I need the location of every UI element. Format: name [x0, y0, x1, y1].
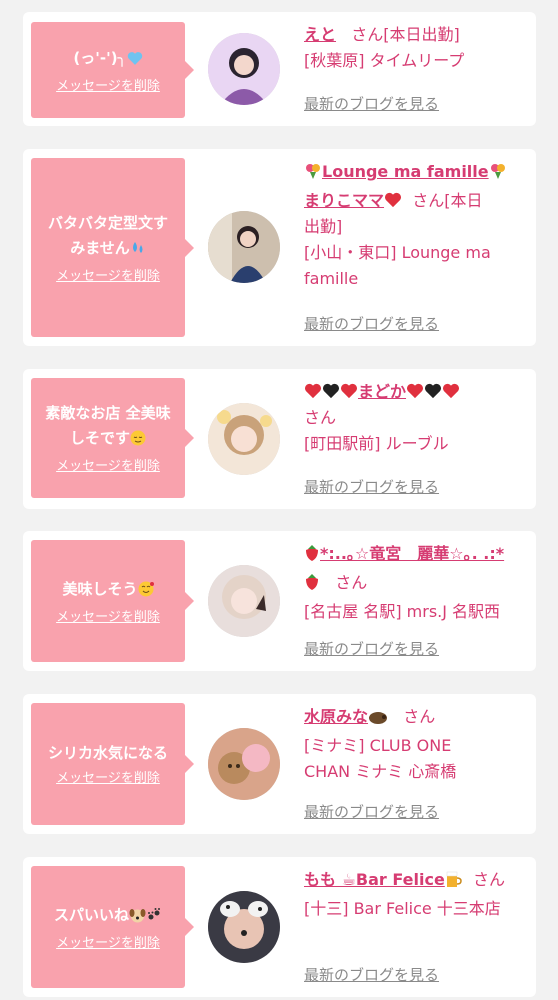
attendance-tag: [本日出勤] [383, 25, 460, 44]
latest-blog-link[interactable]: 最新のブログを見る [304, 314, 439, 334]
relieved-face-icon [130, 429, 146, 454]
message-card: バタバタ定型文す みません メッセージを削除 Lounge ma famille … [23, 149, 536, 346]
message-text: スパいいね [54, 903, 162, 931]
attendance-tag: [本日 [444, 191, 483, 210]
cast-name-link[interactable]: もも ☕Bar Felice [304, 870, 445, 889]
cast-info: Lounge ma famille まりこママ さん[本日 出勤] [小山・東口… [304, 159, 529, 292]
latest-blog-link[interactable]: 最新のブログを見る [304, 802, 439, 822]
cast-name-link[interactable]: *:..｡☆竜宮 麗華☆｡. .:* [320, 544, 504, 563]
cast-info: 水原みな さん [ミナミ] CLUB ONE CHAN ミナミ 心斎橋 [304, 704, 529, 785]
delete-message-link[interactable]: メッセージを削除 [56, 610, 160, 626]
smiling-hearts-face-icon [138, 580, 154, 605]
message-bubble: 美味しそう メッセージを削除 [31, 540, 194, 662]
avatar[interactable] [208, 211, 280, 283]
message-text: シリカ水気になる [47, 744, 168, 762]
avatar[interactable] [208, 565, 280, 637]
cast-name-link[interactable]: 水原みな [304, 707, 368, 726]
blue-heart-icon [127, 49, 143, 74]
sweat-drops-icon [130, 239, 146, 264]
latest-blog-link[interactable]: 最新のブログを見る [304, 94, 439, 114]
paw-prints-icon [146, 906, 162, 931]
red-heart-icon [340, 381, 358, 399]
message-bubble: (っ'-')╮ メッセージを削除 [31, 22, 194, 118]
shop-name: [小山・東口] Lounge ma famille [304, 243, 491, 288]
honorific: さん [304, 408, 337, 427]
cast-info: もも ☕Bar Felice さん [十三] Bar Felice 十三本店 [304, 867, 529, 922]
cast-info: まどか さん [町田駅前] ルーブル [304, 379, 529, 457]
red-heart-icon [304, 381, 322, 399]
honorific: さん [403, 707, 436, 726]
message-text: 美味しそう [62, 577, 154, 605]
latest-blog-link[interactable]: 最新のブログを見る [304, 639, 439, 659]
avatar[interactable] [208, 33, 280, 105]
cast-name-link[interactable]: まりこママ [304, 191, 384, 210]
black-heart-icon [424, 381, 442, 399]
message-card: 美味しそう メッセージを削除 *:..｡☆竜宮 麗華☆｡. .:* さん [名古… [23, 531, 536, 671]
shop-name: [ミナミ] CLUB ONE CHAN ミナミ 心斎橋 [304, 736, 457, 781]
message-text: (っ'-')╮ [73, 46, 142, 74]
shop-name: [名古屋 名駅] mrs.J 名駅西 [304, 602, 501, 621]
delete-message-link[interactable]: メッセージを削除 [56, 79, 160, 95]
message-text: 素敵なお店 全美味 しそです [45, 401, 170, 454]
latest-blog-link[interactable]: 最新のブログを見る [304, 477, 439, 497]
message-bubble: スパいいね メッセージを削除 [31, 866, 194, 988]
avatar[interactable] [208, 403, 280, 475]
red-heart-icon [442, 381, 460, 399]
message-bubble: シリカ水気になる メッセージを削除 [31, 703, 194, 825]
cast-info: *:..｡☆竜宮 麗華☆｡. .:* さん [名古屋 名駅] mrs.J 名駅西 [304, 541, 529, 625]
strawberry-icon [304, 573, 320, 599]
delete-message-link[interactable]: メッセージを削除 [56, 771, 160, 787]
shop-name: [秋葉原] タイムリープ [304, 51, 465, 70]
red-heart-icon [384, 190, 402, 208]
dog-face-icon [129, 906, 146, 931]
honorific: さん [472, 870, 505, 889]
shop-name: [町田駅前] ルーブル [304, 434, 449, 453]
strawberry-icon [304, 544, 320, 570]
delete-message-link[interactable]: メッセージを削除 [56, 269, 160, 285]
cast-name-link[interactable]: えと [304, 25, 336, 44]
honorific: さん [412, 191, 445, 210]
cast-info: えと さん[本日出勤] [秋葉原] タイムリープ [304, 22, 529, 74]
delete-message-link[interactable]: メッセージを削除 [56, 936, 160, 952]
message-list: (っ'-')╮ メッセージを削除 えと さん[本日出勤] [秋葉原] タイムリー… [0, 0, 558, 1000]
message-bubble: バタバタ定型文す みません メッセージを削除 [31, 158, 194, 337]
delete-message-link[interactable]: メッセージを削除 [56, 459, 160, 475]
message-text: バタバタ定型文す みません [48, 211, 168, 264]
avatar[interactable] [208, 728, 280, 800]
beer-mug-icon [445, 870, 463, 896]
cast-name-link[interactable]: Lounge ma famille [322, 162, 489, 181]
latest-blog-link[interactable]: 最新のブログを見る [304, 965, 439, 985]
black-heart-icon [322, 381, 340, 399]
message-card: 素敵なお店 全美味 しそです メッセージを削除 まどか さん [町田駅前] ルーブ… [23, 369, 536, 509]
message-card: シリカ水気になる メッセージを削除 水原みな さん [ミナミ] CLUB ONE… [23, 694, 536, 834]
bouquet-icon [489, 162, 507, 188]
shop-name: [十三] Bar Felice 十三本店 [304, 899, 501, 918]
honorific: さん [335, 573, 368, 592]
message-bubble: 素敵なお店 全美味 しそです メッセージを削除 [31, 378, 194, 498]
avatar[interactable] [208, 891, 280, 963]
attendance-tag: 出勤] [304, 217, 343, 236]
boar-icon [368, 707, 388, 733]
red-heart-icon [406, 381, 424, 399]
message-card: スパいいね メッセージを削除 もも ☕Bar Felice さん [十三] Ba… [23, 857, 536, 997]
message-card: (っ'-')╮ メッセージを削除 えと さん[本日出勤] [秋葉原] タイムリー… [23, 12, 536, 126]
cast-name-link[interactable]: まどか [358, 382, 406, 401]
bouquet-icon [304, 162, 322, 188]
honorific: さん [351, 25, 384, 44]
